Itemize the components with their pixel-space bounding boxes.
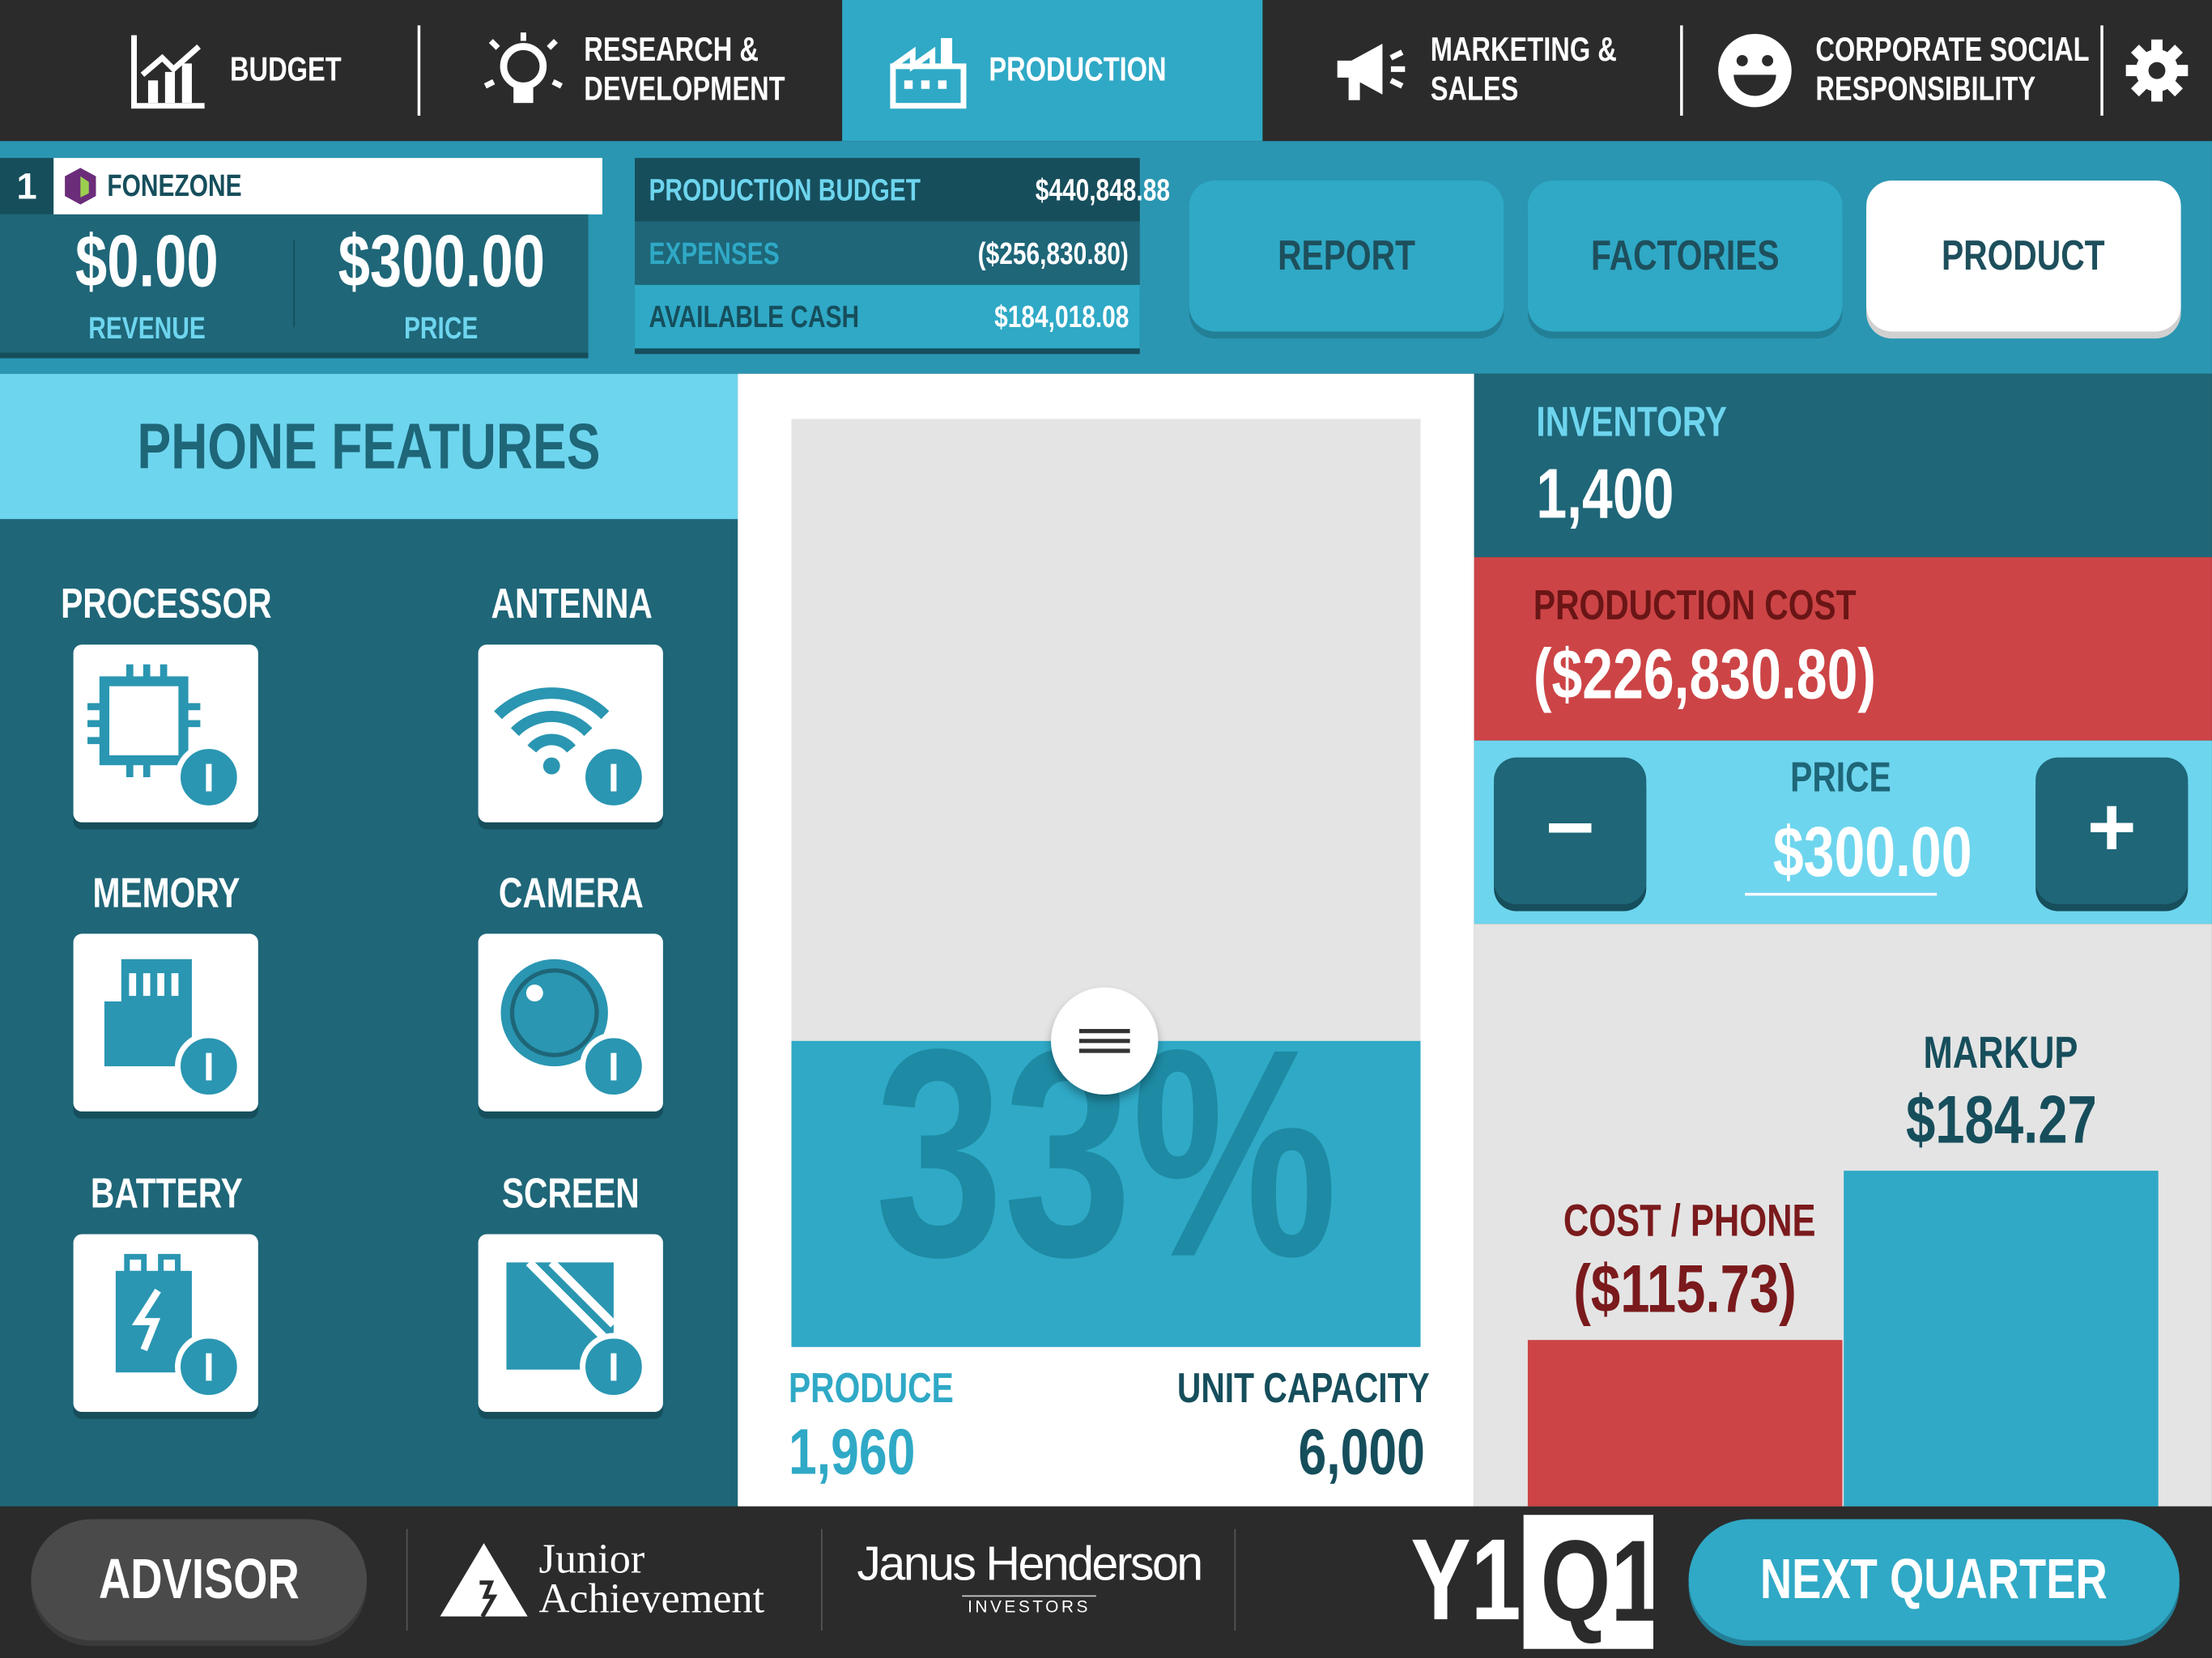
feature-level: I (203, 1046, 215, 1090)
phone-features-title: PHONE FEATURES (0, 373, 738, 520)
tab-corporate-social-responsibility[interactable]: CORPORATE SOCIAL RESPONSIBILITY (1683, 0, 2101, 141)
feature-label: BATTERY (90, 1171, 243, 1218)
feature-level: I (608, 756, 619, 800)
markup-value: $184.27 (1905, 1083, 2097, 1158)
chart-growth-icon (131, 35, 206, 109)
feature-label: CAMERA (499, 869, 644, 917)
megaphone-icon (1337, 44, 1406, 100)
smiley-icon (1718, 33, 1792, 108)
advisor-button[interactable]: ADVISOR (31, 1519, 367, 1641)
feature-level: I (203, 1346, 215, 1390)
price-label: PRICE (1790, 755, 1892, 801)
produce-value: 1,960 (788, 1414, 916, 1489)
produce-label: PRODUCE (788, 1365, 954, 1413)
product-button[interactable]: PRODUCT (1866, 181, 2181, 332)
production-slider[interactable]: 33% (791, 419, 1421, 1347)
price-input[interactable]: $300.00 (1745, 811, 1972, 896)
factories-button[interactable]: FACTORIES (1527, 181, 1843, 332)
company-card: $0.00 REVENUE $300.00 PRICE (0, 214, 589, 353)
feature-upgrade-button[interactable]: I (478, 1234, 663, 1413)
unit-capacity-value: 6,000 (1298, 1414, 1425, 1489)
inventory-panel: INVENTORY 1,400 (1474, 373, 2212, 558)
cost-per-phone-bar (1527, 1340, 1843, 1507)
processor-chip-icon: I (87, 664, 243, 811)
janus-henderson-logo: Janus Henderson INVESTORS (857, 1537, 1203, 1617)
footer: ADVISOR Junior Achievement Janus Henderso… (0, 1506, 2212, 1658)
memory-card-icon: I (104, 959, 243, 1100)
camera-lens-icon: I (500, 959, 648, 1100)
tab-research-development[interactable]: RESEARCH & DEVELOPMENT (420, 0, 842, 141)
tab-label: BUDGET (230, 50, 342, 89)
markup-bar (1844, 1171, 2159, 1507)
tab-label: RESEARCH & DEVELOPMENT (583, 31, 785, 109)
budget-row-production-budget: PRODUCTION BUDGET $440,848.88 (635, 158, 1170, 222)
price-breakdown-chart: COST / PHONE ($115.73) MARKUP $184.27 (1474, 924, 2212, 1507)
production-cost-label: PRODUCTION COST (1533, 582, 1857, 630)
feature-label: ANTENNA (490, 580, 653, 628)
tab-budget[interactable]: BUDGET (85, 0, 418, 141)
price-panel: − + PRICE $300.00 (1474, 740, 2212, 925)
report-button[interactable]: REPORT (1189, 181, 1504, 332)
screen-icon: I (506, 1259, 648, 1401)
feature-level: I (608, 1046, 619, 1090)
feature-level: I (203, 756, 215, 800)
inventory-value: 1,400 (1536, 454, 1674, 534)
markup-label: MARKUP (1924, 1027, 2078, 1078)
top-nav: BUDGET RESEARCH & DEVELOPMENT PRODUCTION … (0, 0, 2212, 142)
price-value: $300.00 (338, 221, 546, 304)
unit-capacity-label: UNIT CAPACITY (1176, 1365, 1429, 1413)
feature-upgrade-button[interactable]: I (478, 933, 663, 1112)
company-logo-icon (65, 168, 96, 205)
feature-upgrade-button[interactable]: I (73, 644, 258, 823)
quarter-indicator: Q1 (1523, 1515, 1661, 1649)
feature-upgrade-button[interactable]: I (73, 1234, 258, 1413)
battery-icon: I (115, 1253, 243, 1401)
slider-handle[interactable] (1051, 987, 1159, 1095)
production-cost-panel: PRODUCTION COST ($226,830.80) (1474, 557, 2212, 741)
factory-icon (890, 38, 968, 109)
cost-per-phone-value: ($115.73) (1573, 1252, 1797, 1328)
drag-lines-icon (1078, 1028, 1130, 1053)
feature-label: PROCESSOR (61, 580, 272, 628)
wifi-antenna-icon: I (494, 687, 648, 811)
company-name-bar: FONEZONE (53, 158, 602, 215)
company-name: FONEZONE (107, 168, 242, 203)
budget-row-available-cash: AVAILABLE CASH $184,018.08 (635, 284, 1140, 349)
feature-label: MEMORY (92, 869, 240, 917)
tab-label: CORPORATE SOCIAL RESPONSIBILITY (1815, 31, 2090, 109)
increase-price-button[interactable]: + (2035, 757, 2189, 904)
revenue-label: REVENUE (87, 310, 206, 346)
feature-upgrade-button[interactable]: I (478, 644, 663, 823)
feature-level: I (608, 1346, 619, 1390)
budget-row-expenses: EXPENSES ($256,830.80) (635, 221, 1140, 285)
feature-upgrade-button[interactable]: I (73, 933, 258, 1112)
feature-label: SCREEN (502, 1171, 640, 1218)
revenue-value: $0.00 (74, 221, 219, 304)
next-quarter-button[interactable]: NEXT QUARTER (1688, 1519, 2180, 1641)
tab-production[interactable]: PRODUCTION (842, 0, 1263, 142)
gear-icon (2125, 39, 2189, 102)
ja-triangle-icon (440, 1543, 528, 1618)
tab-label: PRODUCTION (989, 50, 1168, 89)
decrease-price-button[interactable]: − (1494, 757, 1647, 904)
lightbulb-icon (483, 32, 563, 104)
tab-marketing-sales[interactable]: MARKETING & SALES (1262, 0, 1680, 141)
cost-per-phone-label: COST / PHONE (1563, 1194, 1816, 1246)
tab-label: MARKETING & SALES (1430, 31, 1617, 109)
junior-achievement-logo: Junior Achievement (437, 1538, 764, 1620)
price-label: PRICE (404, 310, 479, 346)
company-rank: 1 (0, 158, 54, 215)
production-cost-value: ($226,830.80) (1533, 635, 1877, 714)
settings-button[interactable] (2123, 36, 2191, 104)
inventory-label: INVENTORY (1536, 399, 1727, 446)
